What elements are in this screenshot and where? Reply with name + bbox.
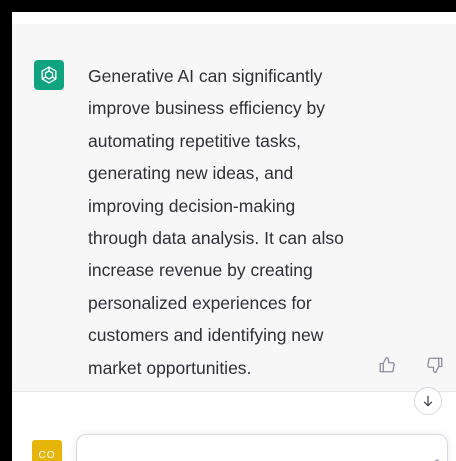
reply-line: generating new ideas, and xyxy=(88,163,294,184)
reply-line: increase revenue by creating xyxy=(88,260,313,281)
thumbs-up-icon[interactable] xyxy=(376,354,398,376)
arrow-down-icon xyxy=(423,395,433,407)
reply-line: Generative AI can significantly xyxy=(88,66,323,86)
reply-line: customers and identifying new xyxy=(88,325,324,346)
reply-line: market opportunities. xyxy=(88,357,252,378)
user-avatar: CO xyxy=(32,440,62,461)
scroll-to-bottom-button[interactable] xyxy=(414,387,442,415)
reply-line: through data analysis. It can also xyxy=(88,228,344,249)
thumbs-down-icon[interactable] xyxy=(424,354,446,376)
reply-line: improve business efficiency by xyxy=(88,98,326,119)
reply-line: improving decision-making xyxy=(88,195,296,216)
reply-line: automating repetitive tasks, xyxy=(88,130,302,151)
message-composer[interactable] xyxy=(76,434,448,461)
send-button[interactable] xyxy=(423,457,441,461)
openai-logo-icon xyxy=(34,60,64,90)
divider xyxy=(12,391,456,392)
assistant-reply-text: Generative AI can significantly improve … xyxy=(88,60,388,384)
assistant-message: Generative AI can significantly improve … xyxy=(12,24,456,391)
message-input[interactable] xyxy=(87,443,411,461)
chat-screen: Generative AI can significantly improve … xyxy=(12,12,456,461)
reply-line: personalized experiences for xyxy=(88,292,312,313)
